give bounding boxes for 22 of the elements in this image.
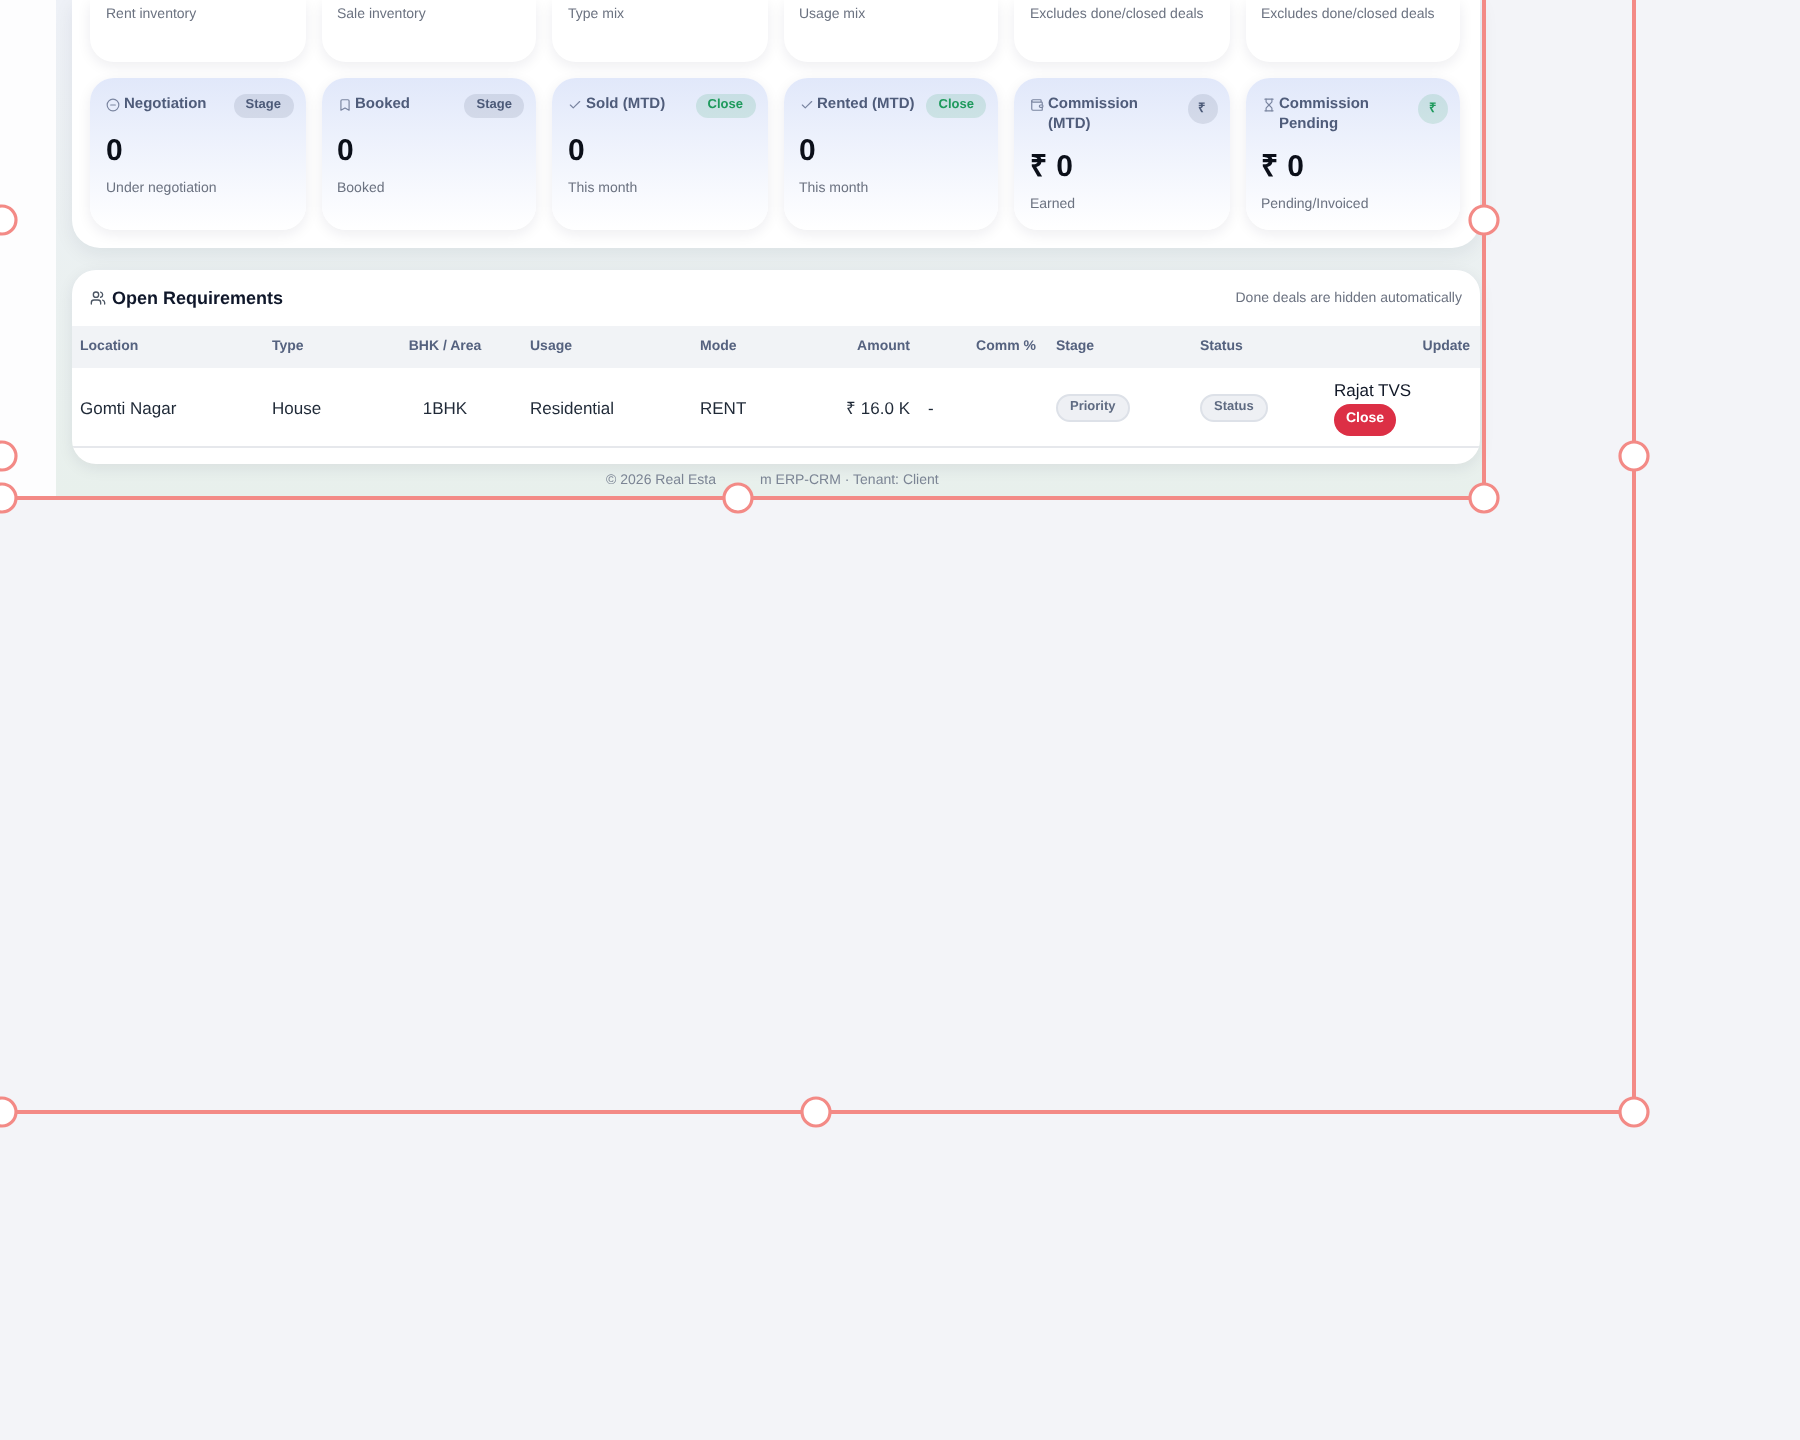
table-cell: House bbox=[272, 397, 322, 417]
table-cell: Gomti Nagar bbox=[80, 397, 177, 417]
hourglass-icon bbox=[1261, 97, 1275, 111]
check-icon bbox=[799, 97, 813, 111]
table-cell: ₹ 16.0 K bbox=[846, 397, 910, 417]
stat-value: 0 bbox=[799, 134, 818, 170]
table-cell: 1BHK bbox=[422, 397, 468, 417]
stat-value: 0 bbox=[106, 134, 125, 170]
circle-minus-icon bbox=[106, 97, 120, 111]
table-cell: Residential bbox=[530, 397, 615, 417]
check-icon bbox=[568, 97, 582, 111]
stat-value: ₹ 0 bbox=[1030, 150, 1076, 186]
wallet-icon bbox=[1030, 97, 1044, 111]
stat-value: 0 bbox=[568, 134, 587, 170]
table-cell: - bbox=[928, 397, 934, 417]
table-cell: RENT bbox=[700, 397, 747, 417]
bookmark-icon bbox=[337, 97, 351, 111]
stat-value: 0 bbox=[337, 134, 356, 170]
stat-value: ₹ 0 bbox=[1261, 150, 1307, 186]
assignee-name: Rajat TVS bbox=[1334, 379, 1412, 399]
section-title: Open Requirements bbox=[112, 287, 284, 309]
users-icon bbox=[90, 290, 106, 306]
